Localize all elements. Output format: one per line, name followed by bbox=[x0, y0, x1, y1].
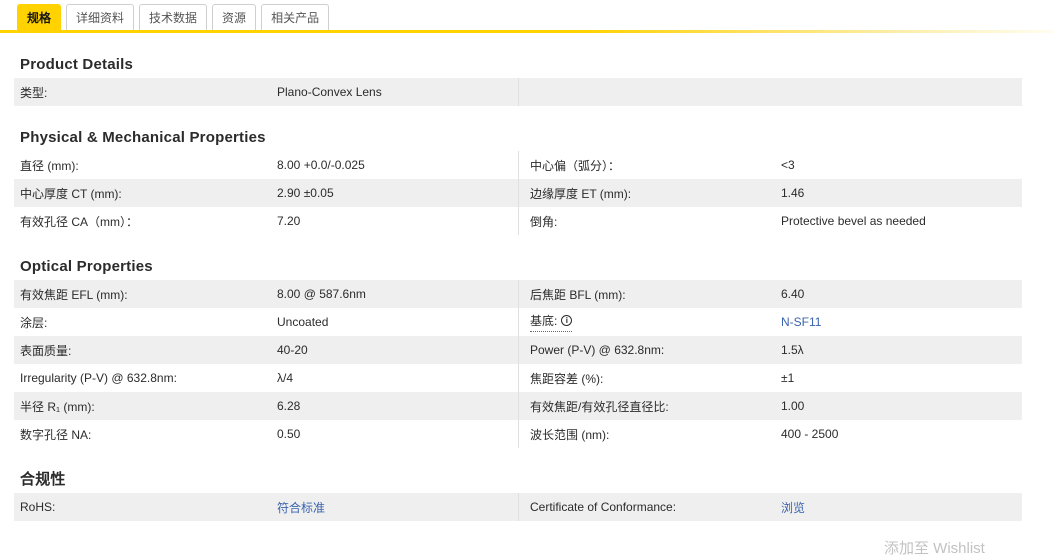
section-title: Optical Properties bbox=[20, 258, 153, 275]
spec-label: 边缘厚度 ET (mm): bbox=[530, 186, 632, 201]
spec-value: 6.28 bbox=[277, 399, 301, 413]
spec-label: 类型: bbox=[20, 85, 48, 100]
spec-label: 数字孔径 NA: bbox=[20, 427, 92, 442]
tab-specs[interactable]: 规格 bbox=[17, 4, 62, 30]
substrate-label: 基底: bbox=[530, 314, 558, 328]
spec-label: 有效孔径 CA（mm）： bbox=[20, 214, 138, 229]
empty-cell bbox=[518, 78, 1022, 106]
spec-row: Irregularity (P-V) @ 632.8nm: λ/4 焦距容差 (… bbox=[14, 364, 1022, 392]
spec-value: 2.90 ±0.05 bbox=[277, 186, 334, 200]
spec-label: RoHS: bbox=[20, 500, 56, 514]
spec-value: 1.46 bbox=[781, 186, 805, 200]
spec-label: 半径 R₁ (mm): bbox=[20, 399, 95, 414]
spec-label: 倒角: bbox=[530, 214, 558, 229]
spec-row: 直径 (mm): 8.00 +0.0/-0.025 中心偏（弧分）： <3 bbox=[14, 151, 1022, 179]
spec-label: 中心偏（弧分）： bbox=[530, 158, 621, 173]
spec-label: 波长范围 (nm): bbox=[530, 427, 610, 442]
spec-label: 中心厚度 CT (mm): bbox=[20, 186, 122, 201]
spec-value: ±1 bbox=[781, 371, 795, 385]
spec-row: 表面质量: 40-20 Power (P-V) @ 632.8nm: 1.5λ bbox=[14, 336, 1022, 364]
spec-row: 类型: Plano-Convex Lens bbox=[14, 78, 1022, 106]
spec-value: 7.20 bbox=[277, 214, 301, 228]
spec-label: Irregularity (P-V) @ 632.8nm: bbox=[20, 371, 177, 385]
spec-row: 涂层: Uncoated 基底: i N-SF11 bbox=[14, 308, 1022, 336]
spec-label: 有效焦距 EFL (mm): bbox=[20, 287, 128, 302]
spec-value: 400 - 2500 bbox=[781, 427, 839, 441]
info-icon[interactable]: i bbox=[561, 315, 573, 326]
tab-tech-data[interactable]: 技术数据 bbox=[139, 4, 208, 30]
spec-row: 数字孔径 NA: 0.50 波长范围 (nm): 400 - 2500 bbox=[14, 420, 1022, 448]
spec-value: 0.50 bbox=[277, 427, 301, 441]
spec-table: 直径 (mm): 8.00 +0.0/-0.025 中心偏（弧分）： <3 中心… bbox=[14, 151, 1022, 235]
tab-resources[interactable]: 资源 bbox=[212, 4, 257, 30]
spec-value: Plano-Convex Lens bbox=[277, 85, 382, 99]
spec-value: 8.00 +0.0/-0.025 bbox=[277, 158, 365, 172]
spec-value: Protective bevel as needed bbox=[781, 214, 926, 228]
spec-label-substrate: 基底: i bbox=[530, 312, 781, 332]
spec-value: 1.5λ bbox=[781, 343, 804, 357]
tab-details[interactable]: 详细资料 bbox=[66, 4, 135, 30]
coc-browse-link[interactable]: 浏览 bbox=[781, 499, 805, 516]
spec-value: 8.00 @ 587.6nm bbox=[277, 287, 366, 301]
spec-row: 半径 R₁ (mm): 6.28 有效焦距/有效孔径直径比: 1.00 bbox=[14, 392, 1022, 420]
spec-label: 焦距容差 (%): bbox=[530, 371, 604, 386]
spec-row: 有效焦距 EFL (mm): 8.00 @ 587.6nm 后焦距 BFL (m… bbox=[14, 280, 1022, 308]
spec-label: 涂层: bbox=[20, 315, 48, 330]
spec-table: RoHS: 符合标准 Certificate of Conformance: 浏… bbox=[14, 493, 1022, 521]
spec-label: 直径 (mm): bbox=[20, 158, 79, 173]
spec-label: 后焦距 BFL (mm): bbox=[530, 287, 626, 302]
spec-value: 6.40 bbox=[781, 287, 805, 301]
section-title: Product Details bbox=[20, 56, 134, 73]
tab-related-products[interactable]: 相关产品 bbox=[261, 4, 330, 30]
section-title: 合规性 bbox=[20, 471, 66, 488]
spec-label: Certificate of Conformance: bbox=[530, 500, 677, 514]
section-optical: Optical Properties 有效焦距 EFL (mm): 8.00 @… bbox=[0, 257, 1053, 448]
section-title: Physical & Mechanical Properties bbox=[20, 129, 266, 146]
section-product-details: Product Details 类型: Plano-Convex Lens bbox=[0, 55, 1053, 106]
spec-value: <3 bbox=[781, 158, 795, 172]
spec-label: Power (P-V) @ 632.8nm: bbox=[530, 343, 665, 357]
rohs-compliant-link[interactable]: 符合标准 bbox=[277, 499, 325, 516]
tab-underline-bar bbox=[0, 30, 1053, 33]
spec-row: 有效孔径 CA（mm）： 7.20 倒角: Protective bevel a… bbox=[14, 207, 1022, 235]
spec-table: 类型: Plano-Convex Lens bbox=[14, 78, 1022, 106]
partial-overlay-text: 添加至 Wishlist bbox=[884, 540, 985, 557]
spec-label: 有效焦距/有效孔径直径比: bbox=[530, 399, 669, 414]
spec-value: λ/4 bbox=[277, 371, 294, 385]
spec-table: 有效焦距 EFL (mm): 8.00 @ 587.6nm 后焦距 BFL (m… bbox=[14, 280, 1022, 448]
spec-value: Uncoated bbox=[277, 315, 329, 329]
spec-value: 40-20 bbox=[277, 343, 308, 357]
spec-row: RoHS: 符合标准 Certificate of Conformance: 浏… bbox=[14, 493, 1022, 521]
tab-bar: 规格 详细资料 技术数据 资源 相关产品 bbox=[0, 0, 1053, 30]
spec-label: 表面质量: bbox=[20, 343, 72, 358]
section-physical-mechanical: Physical & Mechanical Properties 直径 (mm)… bbox=[0, 128, 1053, 235]
section-compliance: 合规性 RoHS: 符合标准 Certificate of Conformanc… bbox=[0, 470, 1053, 521]
substrate-value-link[interactable]: N-SF11 bbox=[781, 315, 821, 329]
spec-value: 1.00 bbox=[781, 399, 805, 413]
spec-row: 中心厚度 CT (mm): 2.90 ±0.05 边缘厚度 ET (mm): 1… bbox=[14, 179, 1022, 207]
